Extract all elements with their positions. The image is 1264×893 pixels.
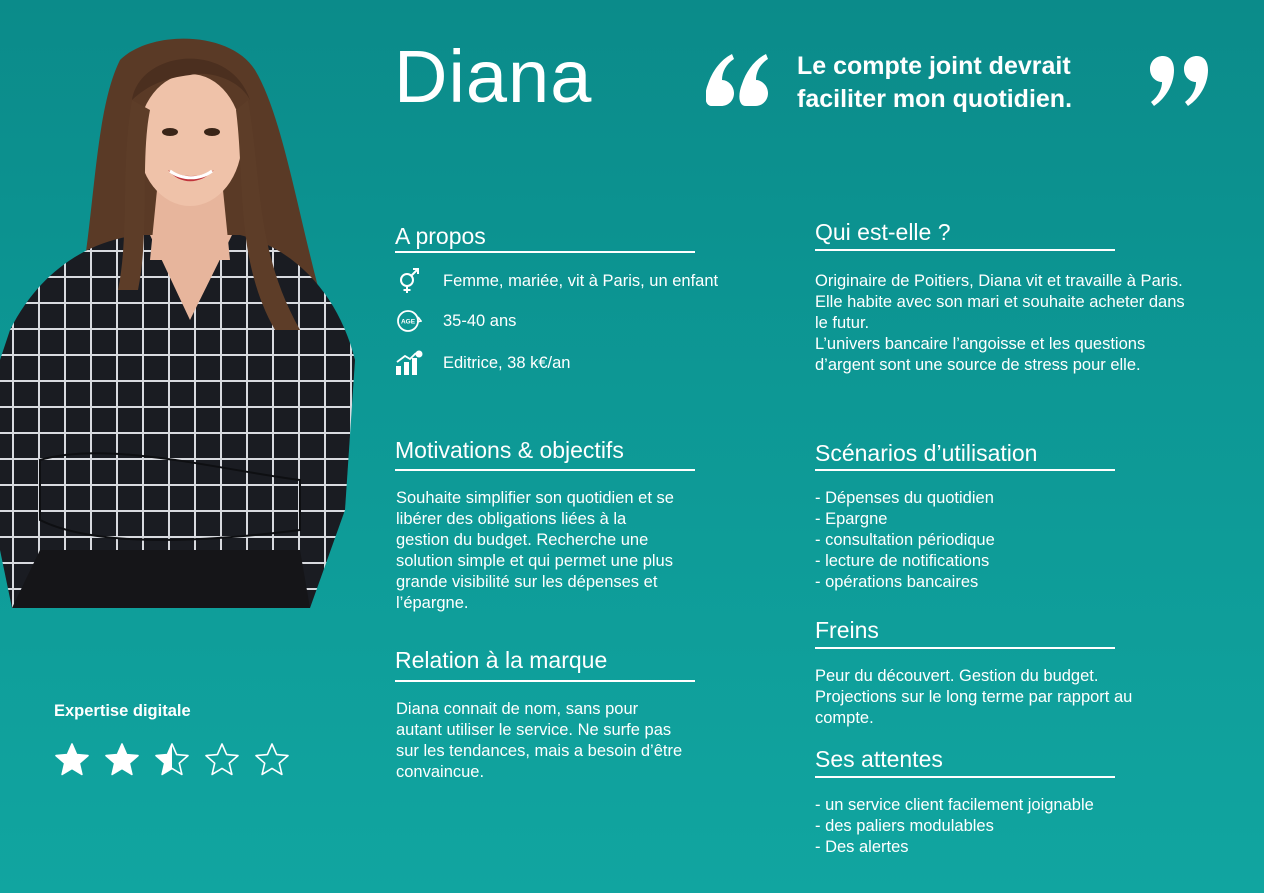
list-item: - opérations bancaires xyxy=(815,573,979,591)
motivations-line: grande visibilité sur les dépenses et xyxy=(396,573,658,591)
about-item-gender: Femme, mariée, vit à Paris, un enfant xyxy=(395,268,755,294)
brand-line: autant utiliser le service. Ne surfe pas xyxy=(396,721,672,739)
about-gender-text: Femme, mariée, vit à Paris, un enfant xyxy=(443,271,719,290)
who-divider xyxy=(815,249,1115,251)
list-item: - Dépenses du quotidien xyxy=(815,489,994,507)
brand-divider xyxy=(395,680,695,682)
expectations-divider xyxy=(815,776,1115,778)
list-item: - Epargne xyxy=(815,510,888,528)
brand-line: convaincue. xyxy=(396,763,485,781)
star-full-icon xyxy=(55,743,89,776)
who-line: Elle habite avec son mari et souhaite ac… xyxy=(815,293,1185,311)
list-item: - lecture de notifications xyxy=(815,552,990,570)
motivations-line: gestion du budget. Recherche une xyxy=(396,531,649,549)
scenarios-title: Scénarios d’utilisation xyxy=(815,440,1038,466)
scenarios-list: - Dépenses du quotidien - Epargne - cons… xyxy=(815,488,1135,593)
about-item-income: Editrice, 38 k€/an xyxy=(395,350,755,376)
scenarios-divider xyxy=(815,469,1115,471)
brakes-line: compte. xyxy=(815,709,874,727)
about-title: A propos xyxy=(395,223,486,249)
persona-quote: Le compte joint devrait faciliter mon qu… xyxy=(797,52,1073,113)
list-item: - des paliers modulables xyxy=(815,817,994,835)
motivations-line: libérer des obligations liées à la xyxy=(396,510,627,528)
expertise-rating xyxy=(54,742,290,778)
close-quote-icon xyxy=(1150,56,1208,106)
list-item: - consultation périodique xyxy=(815,531,995,549)
star-empty-icon xyxy=(255,743,289,776)
motivations-title: Motivations & objectifs xyxy=(395,437,624,463)
brakes-line: Peur du découvert. Gestion du budget. xyxy=(815,667,1099,685)
about-item-age: AGE 35-40 ans xyxy=(395,308,755,334)
who-title: Qui est-elle ? xyxy=(815,219,951,245)
brand-description: Diana connait de nom, sans pour autant u… xyxy=(396,699,726,783)
who-line: le futur. xyxy=(815,314,870,332)
brakes-line: Projections sur le long terme par rappor… xyxy=(815,688,1133,706)
open-quote-icon xyxy=(706,54,768,106)
list-item: - Des alertes xyxy=(815,838,909,856)
persona-photo xyxy=(0,38,355,608)
expectations-list: - un service client facilement joignable… xyxy=(815,795,1195,858)
star-full-icon xyxy=(105,743,139,776)
brand-title: Relation à la marque xyxy=(395,647,608,673)
about-divider xyxy=(395,251,695,253)
motivations-line: l’épargne. xyxy=(396,594,469,612)
persona-name: Diana xyxy=(394,35,593,118)
gender-icon xyxy=(395,268,423,294)
star-empty-icon xyxy=(205,743,239,776)
brakes-divider xyxy=(815,647,1115,649)
list-item: - un service client facilement joignable xyxy=(815,796,1094,814)
who-line: Originaire de Poitiers, Diana vit et tra… xyxy=(815,272,1183,290)
expectations-title: Ses attentes xyxy=(815,746,943,772)
about-income-text: Editrice, 38 k€/an xyxy=(443,353,571,372)
who-line: d’argent sont une source de stress pour … xyxy=(815,356,1141,374)
motivations-description: Souhaite simplifier son quotidien et se … xyxy=(396,488,716,614)
expertise-label: Expertise digitale xyxy=(54,702,191,720)
brakes-description: Peur du découvert. Gestion du budget. Pr… xyxy=(815,666,1195,729)
brakes-title: Freins xyxy=(815,617,879,643)
motivations-divider xyxy=(395,469,695,471)
motivations-line: Souhaite simplifier son quotidien et se xyxy=(396,489,674,507)
who-line: L’univers bancaire l’angoisse et les que… xyxy=(815,335,1146,353)
about-age-text: 35-40 ans xyxy=(443,311,517,330)
who-description: Originaire de Poitiers, Diana vit et tra… xyxy=(815,271,1235,376)
age-icon: AGE xyxy=(395,308,423,334)
age-icon-label: AGE xyxy=(401,319,416,326)
brand-line: Diana connait de nom, sans pour xyxy=(396,700,639,718)
motivations-line: solution simple et qui permet une plus xyxy=(396,552,673,570)
brand-line: sur les tendances, mais a besoin d’être xyxy=(396,742,683,760)
star-half-icon xyxy=(155,743,189,776)
income-chart-icon xyxy=(395,350,423,376)
